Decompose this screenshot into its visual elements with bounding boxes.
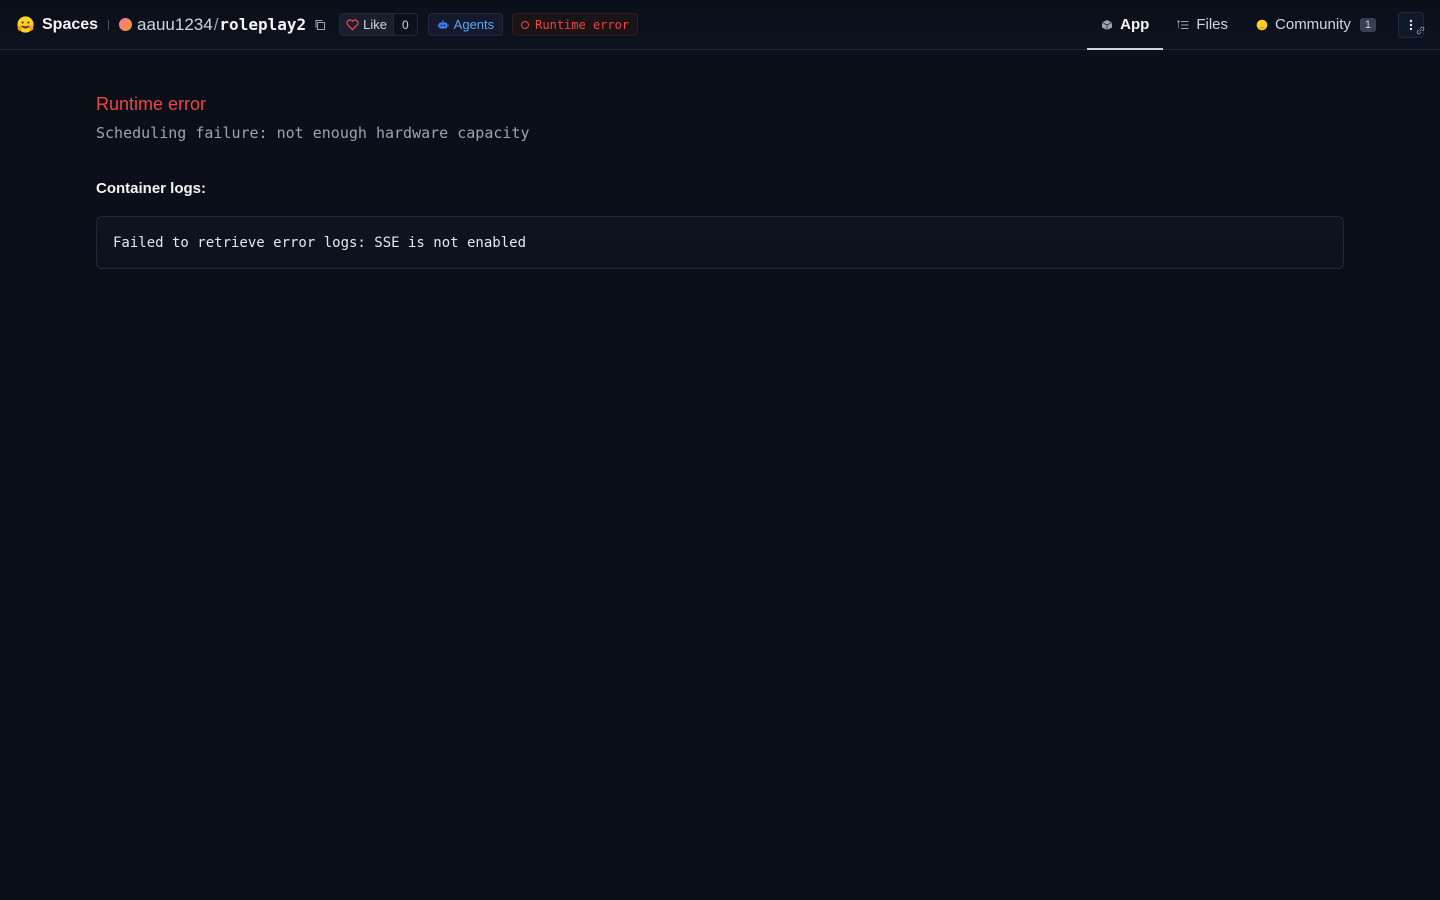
error-message: Scheduling failure: not enough hardware …: [96, 124, 530, 142]
status-label: Runtime error: [535, 17, 630, 32]
container-logs-text: Failed to retrieve error logs: SSE is no…: [113, 234, 527, 251]
main-content: Runtime error Scheduling failure: not en…: [0, 50, 1440, 269]
owner-avatar: [119, 18, 133, 31]
owner-link[interactable]: aauu1234: [137, 15, 213, 35]
hugging-face-logo-icon: [17, 16, 34, 33]
tab-community[interactable]: Community 1: [1242, 0, 1390, 49]
like-button[interactable]: Like: [340, 14, 394, 35]
status-badge: Runtime error: [512, 13, 639, 36]
header-tabs: App Files Community 1: [1087, 0, 1425, 50]
error-title: Runtime error: [96, 94, 207, 114]
community-icon: [1256, 19, 1268, 30]
container-logs-label: Container logs:: [96, 180, 207, 197]
copy-icon[interactable]: [314, 19, 326, 31]
heart-icon: [346, 18, 359, 31]
like-label: Like: [363, 17, 387, 32]
agents-button[interactable]: Agents: [427, 13, 504, 36]
status-dot-icon: [521, 20, 530, 29]
repo-path: aauu1234 / roleplay2: [119, 15, 326, 35]
path-separator: /: [213, 14, 219, 34]
tab-app-label: App: [1120, 16, 1150, 33]
tab-files[interactable]: Files: [1163, 0, 1242, 49]
more-options-button[interactable]: [1398, 11, 1425, 38]
container-logs-box: Failed to retrieve error logs: SSE is no…: [96, 216, 1344, 269]
files-icon: [1177, 20, 1189, 29]
community-count-badge: 1: [1359, 17, 1376, 32]
robot-icon: [437, 19, 449, 28]
tab-community-label: Community: [1275, 16, 1351, 33]
tab-app[interactable]: App: [1087, 0, 1164, 50]
link-icon: [1416, 26, 1425, 34]
cube-icon: [1101, 19, 1113, 30]
agents-label: Agents: [453, 17, 495, 32]
like-group: Like 0: [339, 13, 418, 36]
tab-files-label: Files: [1196, 16, 1229, 33]
repo-name-link[interactable]: roleplay2: [219, 15, 306, 34]
header-divider: [108, 19, 110, 30]
top-bar: Spaces aauu1234 / roleplay2 Like 0 Agent…: [0, 0, 1440, 50]
spaces-label: Spaces: [42, 15, 99, 33]
vertical-dots-icon: [1409, 19, 1413, 30]
like-count[interactable]: 0: [394, 14, 417, 35]
spaces-brand-link[interactable]: Spaces: [16, 15, 98, 34]
header-left: Spaces aauu1234 / roleplay2 Like 0 Agent…: [16, 0, 639, 49]
